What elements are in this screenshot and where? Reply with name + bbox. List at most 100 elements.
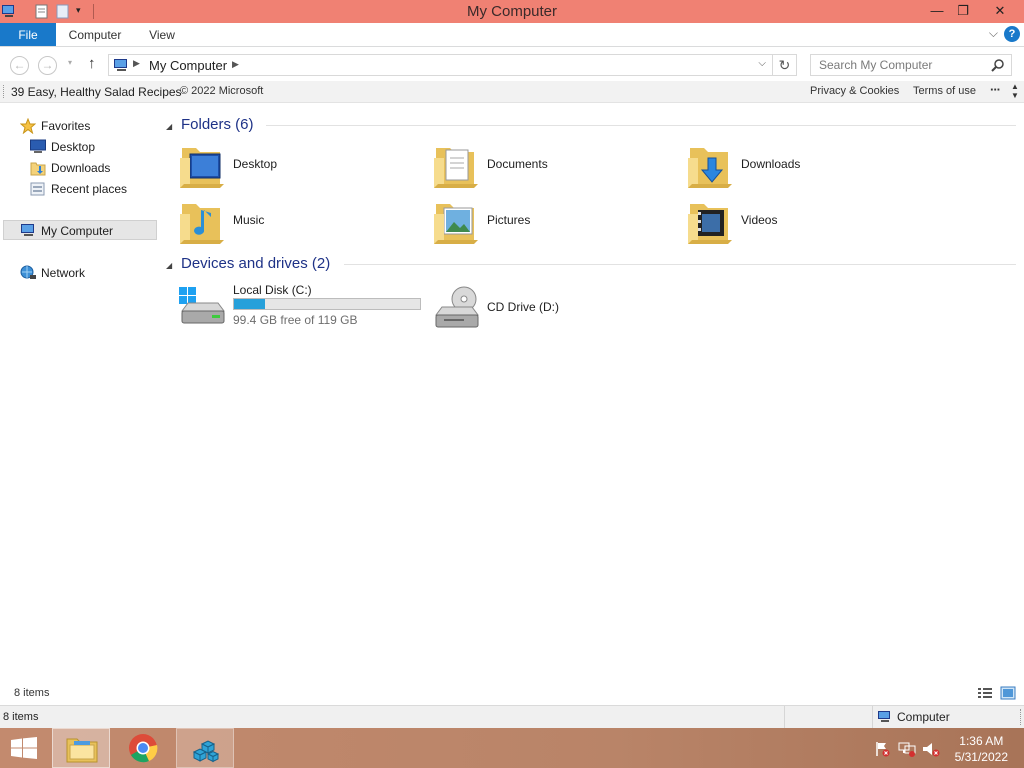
taskbar-chrome[interactable]	[114, 728, 172, 768]
nav-recent-places-label: Recent places	[51, 182, 128, 196]
nav-recent-places[interactable]: Recent places	[0, 179, 158, 199]
view-switcher	[977, 686, 1016, 703]
group-divider	[266, 125, 1016, 126]
tab-file[interactable]: File	[0, 23, 56, 46]
taskbar: 1:36 AM 5/31/2022	[0, 728, 1024, 768]
system-clock[interactable]: 1:36 AM 5/31/2022	[955, 733, 1008, 765]
collapse-chevron-icon[interactable]: ◢	[166, 261, 172, 270]
nav-favorites[interactable]: Favorites	[0, 116, 158, 136]
recent-locations-icon[interactable]: ▾	[68, 58, 72, 67]
large-icons-view-icon[interactable]	[1000, 686, 1016, 700]
search-input[interactable]	[811, 55, 981, 75]
desktop-icon	[30, 139, 46, 153]
collapse-chevron-icon[interactable]: ◢	[166, 122, 172, 131]
music-folder-icon	[180, 204, 224, 244]
nav-desktop-label: Desktop	[51, 140, 96, 154]
address-bar[interactable]: ▶ My Computer ▶ ⌵	[108, 54, 773, 76]
nav-my-computer-label: My Computer	[41, 224, 114, 238]
restore-button[interactable]: ❐	[948, 0, 978, 23]
folder-videos[interactable]: Videos	[686, 196, 936, 248]
more-options-icon[interactable]: ···	[990, 82, 1001, 97]
folder-label: Videos	[741, 213, 778, 227]
folder-downloads[interactable]: Downloads	[686, 140, 936, 192]
search-box[interactable]	[810, 54, 1012, 76]
drive-cd-d[interactable]: CD Drive (D:)	[432, 283, 682, 335]
volume-muted-icon[interactable]	[922, 741, 940, 757]
title-bar: ▾ My Computer — ❐ ✕	[0, 0, 1024, 23]
downloads-folder-icon	[688, 148, 732, 188]
computer-icon	[21, 224, 34, 236]
windows-start-icon[interactable]	[11, 737, 37, 759]
item-count: 8 items	[3, 711, 39, 723]
scroll-arrows-icon[interactable]: ▲ ▼	[1011, 82, 1019, 100]
status-divider	[872, 706, 873, 728]
network-icon	[20, 265, 36, 279]
details-view-icon[interactable]	[977, 686, 993, 700]
ribbon: File Computer View ⌵ ?	[0, 23, 1024, 47]
folder-music[interactable]: Music	[178, 196, 428, 248]
nav-my-computer[interactable]: My Computer	[3, 220, 157, 240]
folder-label: Desktop	[233, 157, 278, 171]
content-pane: ◢ Folders (6) Desktop Documents Download…	[158, 103, 1024, 683]
address-dropdown-icon[interactable]: ⌵	[758, 58, 766, 69]
devices-group-title: Devices and drives (2)	[181, 255, 331, 272]
info-bar: 39 Easy, Healthy Salad Recipes © 2022 Mi…	[0, 81, 1024, 103]
folder-desktop[interactable]: Desktop	[178, 140, 428, 192]
nav-downloads[interactable]: Downloads	[0, 158, 158, 178]
status-bar: 8 items	[0, 683, 1024, 705]
network-status-icon[interactable]	[898, 741, 916, 757]
tab-view[interactable]: View	[140, 23, 184, 46]
folders-group-title: Folders (6)	[181, 116, 254, 133]
expand-ribbon-icon[interactable]: ⌵	[989, 26, 998, 41]
taskbar-file-explorer[interactable]	[52, 728, 110, 768]
details-status-bar: 8 items Computer	[0, 705, 1024, 728]
clock-date: 5/31/2022	[954, 750, 1008, 764]
navigation-bar: ← → ▾ ↑ ▶ My Computer ▶ ⌵ ↻	[0, 47, 1024, 81]
breadcrumb-separator-icon[interactable]: ▶	[232, 59, 239, 70]
action-center-flag-icon[interactable]	[874, 741, 890, 757]
drive-usage-bar	[233, 298, 421, 310]
navigation-pane: Favorites Desktop Downloads Recent place…	[0, 103, 158, 683]
help-button[interactable]: ?	[1004, 26, 1020, 42]
drive-local-disk-c[interactable]: Local Disk (C:) 99.4 GB free of 119 GB	[178, 283, 428, 335]
close-button[interactable]: ✕	[985, 0, 1015, 23]
up-arrow-icon[interactable]: ↑	[88, 55, 96, 72]
item-count: 8 items	[14, 687, 50, 699]
search-icon[interactable]	[991, 58, 1005, 72]
folder-pictures[interactable]: Pictures	[432, 196, 682, 248]
toolbar-grip[interactable]	[3, 85, 6, 98]
folders-group-header[interactable]: ◢ Folders (6)	[166, 116, 1016, 136]
breadcrumb-my-computer[interactable]: My Computer	[149, 58, 227, 73]
registry-editor-icon	[192, 740, 220, 763]
forward-button[interactable]: →	[38, 56, 57, 75]
back-button[interactable]: ←	[10, 56, 29, 75]
taskbar-app[interactable]	[176, 728, 234, 768]
hard-drive-icon	[179, 287, 225, 324]
terms-link[interactable]: Terms of use	[913, 85, 976, 97]
nav-downloads-label: Downloads	[51, 161, 111, 175]
videos-folder-icon	[688, 204, 732, 244]
cd-drive-icon	[435, 286, 479, 328]
desktop-folder-icon	[180, 148, 224, 188]
computer-icon	[114, 59, 127, 71]
clock-time: 1:36 AM	[959, 734, 1004, 748]
news-headline-link[interactable]: 39 Easy, Healthy Salad Recipes	[11, 85, 182, 99]
nav-favorites-label: Favorites	[41, 119, 91, 133]
documents-folder-icon	[434, 148, 478, 188]
computer-icon	[878, 711, 890, 722]
drive-name: Local Disk (C:)	[233, 283, 312, 297]
window-title: My Computer	[466, 3, 558, 20]
privacy-link[interactable]: Privacy & Cookies	[810, 85, 899, 97]
folder-label: Pictures	[487, 213, 531, 227]
tab-computer[interactable]: Computer	[60, 23, 130, 46]
nav-desktop[interactable]: Desktop	[0, 137, 158, 157]
nav-network[interactable]: Network	[0, 263, 158, 283]
drive-usage-fill	[234, 299, 265, 309]
drive-free-space: 99.4 GB free of 119 GB	[233, 313, 358, 327]
folder-documents[interactable]: Documents	[432, 140, 682, 192]
devices-group-header[interactable]: ◢ Devices and drives (2)	[166, 255, 1016, 275]
resize-grip[interactable]	[1020, 709, 1022, 725]
star-icon	[20, 118, 36, 134]
refresh-button[interactable]: ↻	[773, 54, 797, 76]
breadcrumb-separator-icon[interactable]: ▶	[133, 58, 140, 69]
